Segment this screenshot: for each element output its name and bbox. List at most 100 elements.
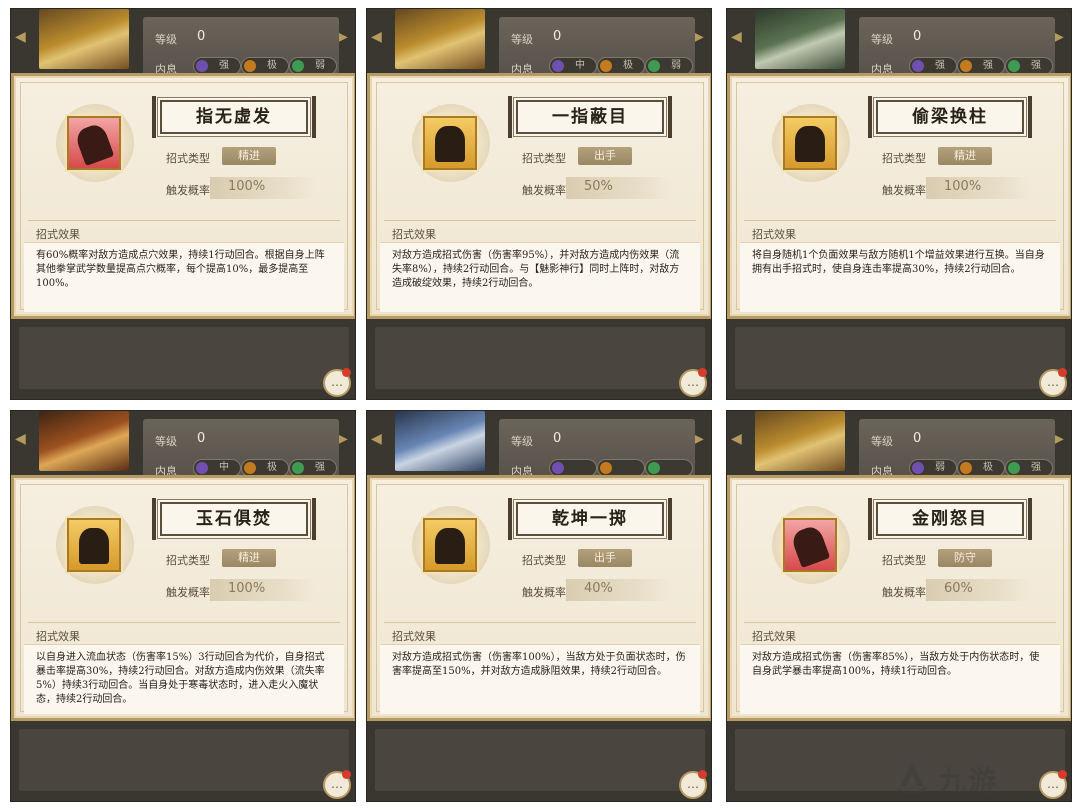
nine-game-logo-icon	[897, 764, 927, 795]
level-value: 0	[197, 29, 206, 44]
skill-figure	[73, 121, 115, 167]
element-value: 极	[267, 60, 277, 71]
skill-effect-heading: 招式效果	[392, 630, 436, 643]
trigger-rate-value: 100%	[228, 179, 266, 194]
character-stats-panel: 等级 0 内息 弱 极 强	[859, 419, 1055, 481]
chat-bubble-icon[interactable]: …	[323, 368, 351, 397]
chevron-right-icon[interactable]: ▶	[1053, 29, 1067, 51]
element-value: 强	[1031, 462, 1041, 473]
trigger-rate-bar: 40%	[566, 579, 672, 601]
notification-dot	[698, 770, 707, 779]
chat-bubble-icon[interactable]: …	[1039, 368, 1067, 397]
yin-orb-icon	[912, 60, 924, 72]
skill-card-grid: ◀ ▶ 等级 0 内息 强 极 弱 指无虚发 招式类型 精进 触发概率 100%…	[0, 0, 1080, 810]
character-portrait	[755, 9, 845, 69]
divider	[384, 220, 696, 221]
skill-name-plate: 偷梁换柱	[868, 96, 1032, 138]
element-value: 强	[983, 60, 993, 71]
trigger-rate-label: 触发概率	[522, 184, 566, 197]
lower-panel	[735, 327, 1065, 389]
skill-figure	[435, 528, 465, 564]
trigger-rate-label: 触发概率	[882, 184, 926, 197]
skill-name: 指无虚发	[196, 107, 272, 127]
skill-effect-text: 对敌方造成招式伤害（伤害率95%），并对敌方造成内伤效果（流失率8%），持续2行…	[380, 242, 700, 312]
element-value: 极	[267, 462, 277, 473]
wood-orb-icon	[1008, 60, 1020, 72]
skill-type-label: 招式类型	[166, 554, 210, 567]
skill-type-label: 招式类型	[522, 554, 566, 567]
chat-bubble-icon[interactable]: …	[679, 368, 707, 397]
vajra-face-icon	[783, 518, 837, 572]
element-value: 中	[575, 60, 585, 71]
skill-effect-text: 对敌方造成招式伤害（伤害率100%），当敌方处于负面状态时，伤害率提高至150%…	[380, 644, 700, 714]
chevron-left-icon[interactable]: ◀	[731, 431, 745, 453]
skill-type-label: 招式类型	[522, 152, 566, 165]
skill-screen: ◀ ▶ 等级 0 内息 中 极 弱 一指蔽目 招式类型 出手 触发概率 50% …	[366, 8, 712, 400]
chevron-right-icon[interactable]: ▶	[337, 29, 351, 51]
skill-figure	[795, 126, 825, 162]
leaping-warrior-icon	[423, 518, 477, 572]
element-value: 中	[219, 462, 229, 473]
chevron-right-icon[interactable]: ▶	[337, 431, 351, 453]
character-portrait	[755, 411, 845, 471]
divider	[28, 622, 340, 623]
skill-detail-card: 乾坤一掷 招式类型 出手 触发概率 40% 招式效果 对敌方造成招式伤害（伤害率…	[367, 475, 711, 721]
element-value: 弱	[671, 60, 681, 71]
character-portrait	[395, 9, 485, 69]
yin-orb-icon	[196, 60, 208, 72]
wood-orb-icon	[1008, 462, 1020, 474]
skill-name: 乾坤一掷	[552, 509, 628, 529]
chevron-left-icon[interactable]: ◀	[731, 29, 745, 51]
skill-name-plate: 玉石俱焚	[152, 498, 316, 540]
chat-bubble-icon[interactable]: …	[679, 770, 707, 799]
level-value: 0	[913, 431, 922, 446]
chevron-left-icon[interactable]: ◀	[371, 431, 385, 453]
skill-type-badge: 精进	[938, 147, 992, 165]
character-portrait	[395, 411, 485, 471]
notification-dot	[698, 368, 707, 377]
trigger-rate-value: 50%	[584, 179, 613, 194]
element-value: 强	[935, 60, 945, 71]
twin-figures-icon	[783, 116, 837, 170]
element-value: 极	[623, 60, 633, 71]
skill-detail-card: 金刚怒目 招式类型 防守 触发概率 60% 招式效果 对敌方造成招式伤害（伤害率…	[727, 475, 1071, 721]
chevron-left-icon[interactable]: ◀	[15, 29, 29, 51]
chevron-right-icon[interactable]: ▶	[1053, 431, 1067, 453]
skill-screen: ◀ ▶ 等级 0 内息 乾坤一掷 招式类型 出手 触发概率 40% 招式效果 对…	[366, 410, 712, 802]
character-portrait	[39, 9, 129, 69]
trigger-rate-label: 触发概率	[522, 586, 566, 599]
trigger-rate-value: 100%	[228, 581, 266, 596]
lower-panel	[19, 327, 349, 389]
lower-panel	[375, 327, 705, 389]
divider	[28, 220, 340, 221]
skill-detail-card: 指无虚发 招式类型 精进 触发概率 100% 招式效果 有60%概率对敌方造成点…	[11, 73, 355, 319]
divider	[384, 622, 696, 623]
skill-type-label: 招式类型	[166, 152, 210, 165]
skill-name-plate: 一指蔽目	[508, 96, 672, 138]
level-label: 等级	[871, 33, 893, 46]
character-stats-panel: 等级 0 内息 中 极 强	[143, 419, 339, 481]
trigger-rate-label: 触发概率	[166, 184, 210, 197]
yin-orb-icon	[552, 462, 564, 474]
skill-type-badge: 出手	[578, 549, 632, 567]
skill-type-badge: 精进	[222, 549, 276, 567]
skill-effect-text: 对敌方造成招式伤害（伤害率85%），当敌方处于内伤状态时，使自身武学暴击率提高1…	[740, 644, 1060, 714]
wood-orb-icon	[292, 462, 304, 474]
character-portrait	[39, 411, 129, 471]
yang-orb-icon	[600, 462, 612, 474]
level-label: 等级	[155, 33, 177, 46]
chat-bubble-icon[interactable]: …	[323, 770, 351, 799]
notification-dot	[342, 770, 351, 779]
chevron-left-icon[interactable]: ◀	[15, 431, 29, 453]
trigger-rate-bar: 100%	[210, 579, 316, 601]
chevron-right-icon[interactable]: ▶	[693, 29, 707, 51]
skill-effect-heading: 招式效果	[36, 630, 80, 643]
skill-type-badge: 精进	[222, 147, 276, 165]
skill-name: 一指蔽目	[552, 107, 628, 127]
skill-type-label: 招式类型	[882, 554, 926, 567]
trigger-rate-value: 100%	[944, 179, 982, 194]
yang-orb-icon	[244, 462, 256, 474]
chevron-left-icon[interactable]: ◀	[371, 29, 385, 51]
wood-orb-icon	[648, 462, 660, 474]
chevron-right-icon[interactable]: ▶	[693, 431, 707, 453]
